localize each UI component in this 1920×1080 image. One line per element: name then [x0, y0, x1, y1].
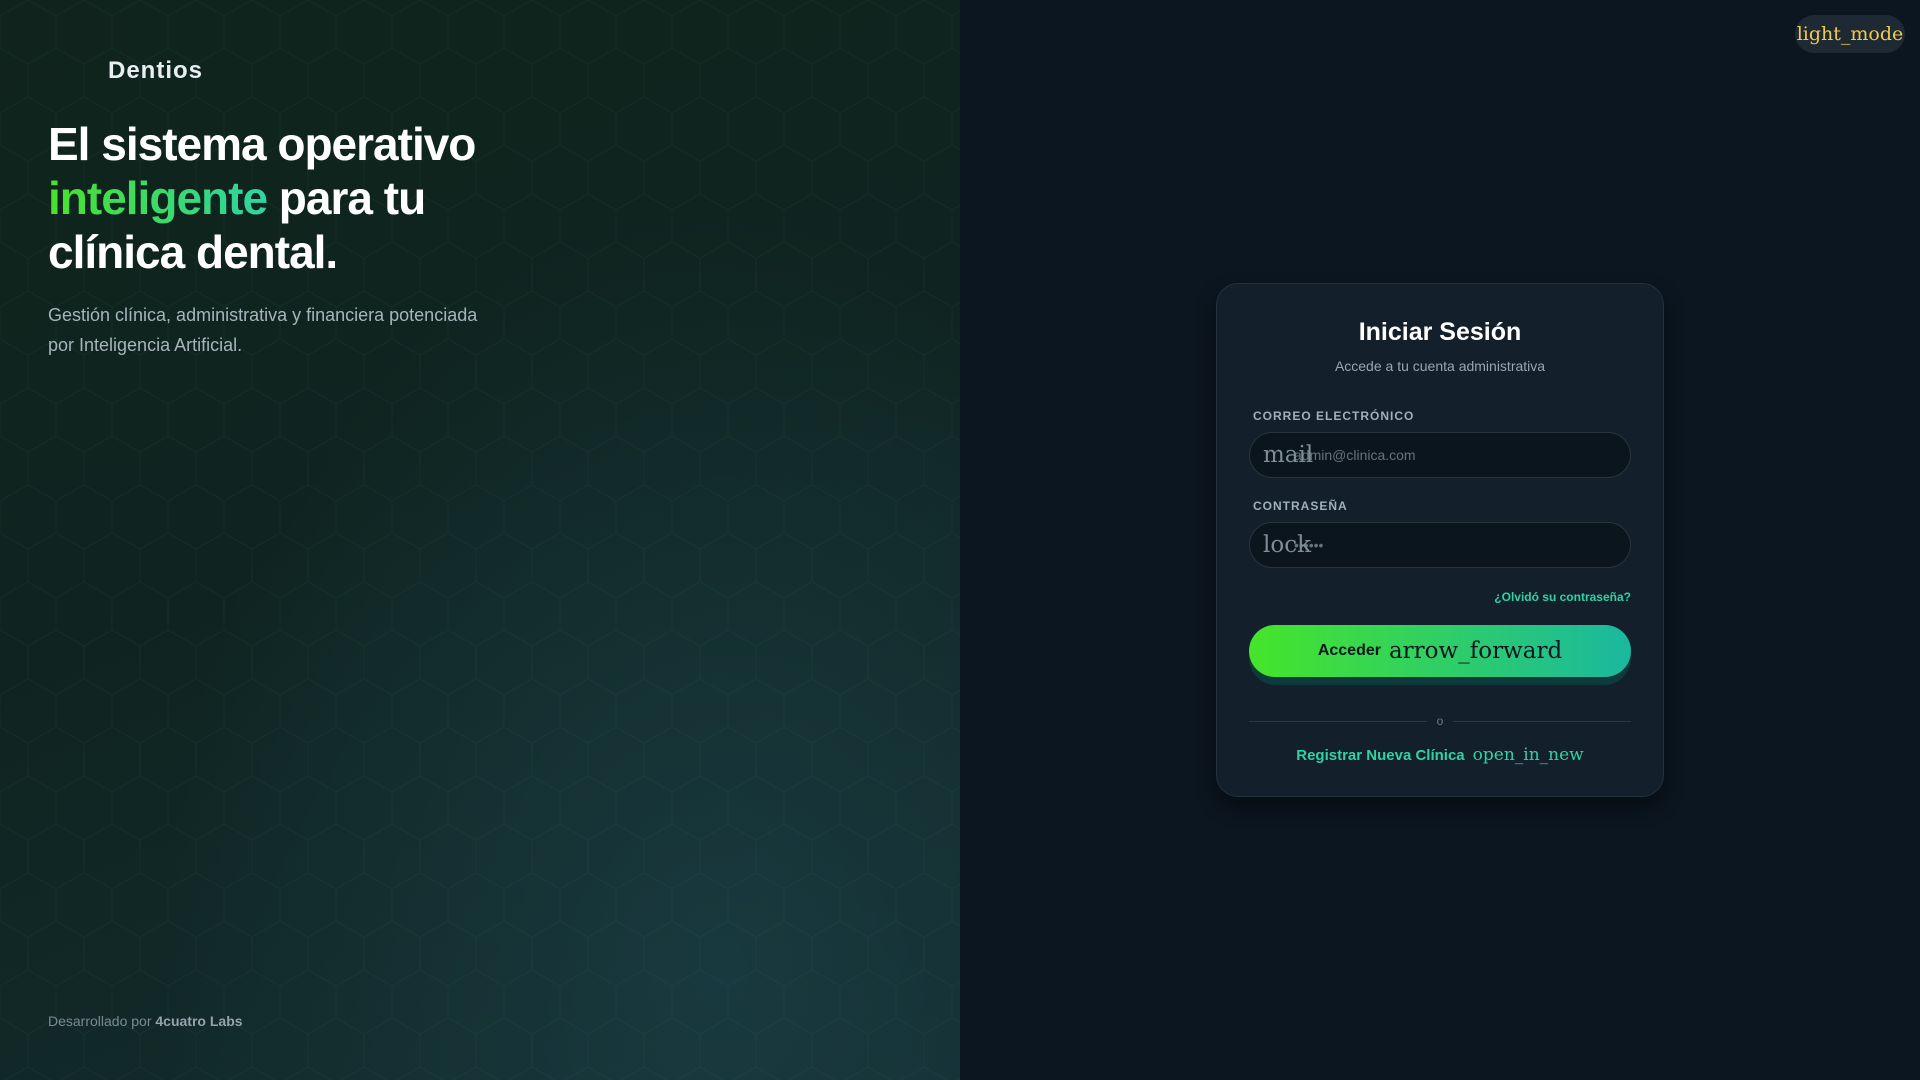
headline-line-1: El sistema operativo	[48, 118, 476, 170]
email-input[interactable]	[1294, 433, 1614, 477]
submit-label: Acceder	[1317, 642, 1381, 659]
hero-panel: Dentios El sistema operativo inteligente…	[0, 0, 960, 1080]
login-subtitle: Accede a tu cuenta administrativa	[1334, 358, 1546, 374]
brand-name: Dentios	[108, 57, 204, 84]
headline-line-2-rest: para tu	[267, 172, 426, 224]
login-submit-button[interactable]: Acceder arrow_forward	[1249, 625, 1631, 677]
credit-prefix: Desarrollado por	[48, 1013, 152, 1029]
footer-credit: Desarrollado por 4cuatro Labs	[48, 1013, 243, 1029]
or-divider: o	[1249, 714, 1631, 728]
login-card: Iniciar Sesión Accede a tu cuenta admini…	[1216, 283, 1664, 797]
register-label: Registrar Nueva Clínica	[1296, 746, 1465, 764]
login-title: Iniciar Sesión	[1358, 318, 1522, 346]
hero-headline: El sistema operativo inteligente para tu…	[48, 117, 568, 279]
password-input[interactable]	[1294, 523, 1614, 567]
password-field: lock	[1249, 522, 1631, 568]
forgot-password-link[interactable]: ¿Olvidó su contraseña?	[1494, 590, 1631, 604]
hero-subtitle: Gestión clínica, administrativa y financ…	[48, 305, 478, 355]
register-clinic-link[interactable]: Registrar Nueva Clínica open_in_new	[1217, 745, 1663, 765]
arrow-forward-icon: arrow_forward	[1388, 638, 1563, 664]
light-mode-icon: light_mode	[1796, 23, 1904, 45]
divider-line-right	[1453, 721, 1631, 722]
password-label: CONTRASEÑA	[1253, 499, 1348, 513]
credit-company: 4cuatro Labs	[155, 1013, 243, 1029]
email-label: CORREO ELECTRÓNICO	[1253, 409, 1415, 423]
theme-toggle-button[interactable]: light_mode	[1795, 15, 1905, 53]
headline-accent: inteligente	[48, 172, 268, 224]
headline-line-3: clínica dental.	[48, 226, 338, 278]
submit-shadow: Acceder arrow_forward	[1249, 625, 1631, 685]
open-in-new-icon: open_in_new	[1472, 745, 1584, 765]
email-field: mail	[1249, 432, 1631, 478]
